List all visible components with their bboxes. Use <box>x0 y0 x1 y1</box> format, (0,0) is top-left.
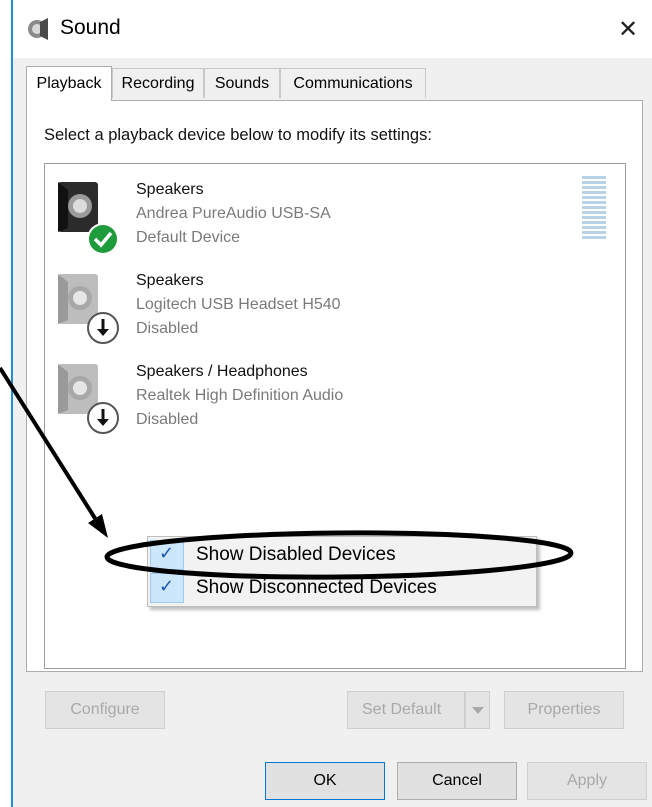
down-arrow-icon <box>87 402 119 434</box>
tab-communications[interactable]: Communications <box>280 68 426 98</box>
set-default-button[interactable]: Set Default <box>347 691 465 729</box>
check-icon: ✓ <box>159 576 175 597</box>
tab-sounds[interactable]: Sounds <box>204 68 280 98</box>
device-name: Speakers <box>136 272 204 289</box>
check-icon: ✓ <box>159 543 175 564</box>
instruction-text: Select a playback device below to modify… <box>44 126 432 144</box>
cancel-button[interactable]: Cancel <box>397 762 517 800</box>
device-description: Andrea PureAudio USB-SA <box>136 205 331 222</box>
device-description: Logitech USB Headset H540 <box>136 296 341 313</box>
device-status: Default Device <box>136 229 241 246</box>
apply-button[interactable]: Apply <box>527 762 647 800</box>
set-default-dropdown[interactable] <box>465 691 490 729</box>
menu-item-label: Show Disconnected Devices <box>196 577 437 598</box>
tab-playback[interactable]: Playback <box>26 66 112 101</box>
close-icon[interactable]: ✕ <box>610 12 646 46</box>
device-name: Speakers <box>136 181 204 198</box>
green-check-icon <box>87 223 119 255</box>
menu-item-label: Show Disabled Devices <box>196 544 396 565</box>
ok-button[interactable]: OK <box>265 762 385 800</box>
device-status: Disabled <box>136 411 199 428</box>
window-title: Sound <box>60 16 121 39</box>
speaker-icon <box>28 18 48 40</box>
device-description: Realtek High Definition Audio <box>136 387 344 404</box>
properties-button[interactable]: Properties <box>504 691 624 729</box>
down-arrow-icon <box>87 312 119 344</box>
chevron-down-icon <box>471 707 484 714</box>
configure-button[interactable]: Configure <box>45 691 165 729</box>
device-status: Disabled <box>136 320 199 337</box>
level-meter <box>582 176 606 239</box>
device-name: Speakers / Headphones <box>136 363 308 380</box>
tab-recording[interactable]: Recording <box>112 68 204 98</box>
